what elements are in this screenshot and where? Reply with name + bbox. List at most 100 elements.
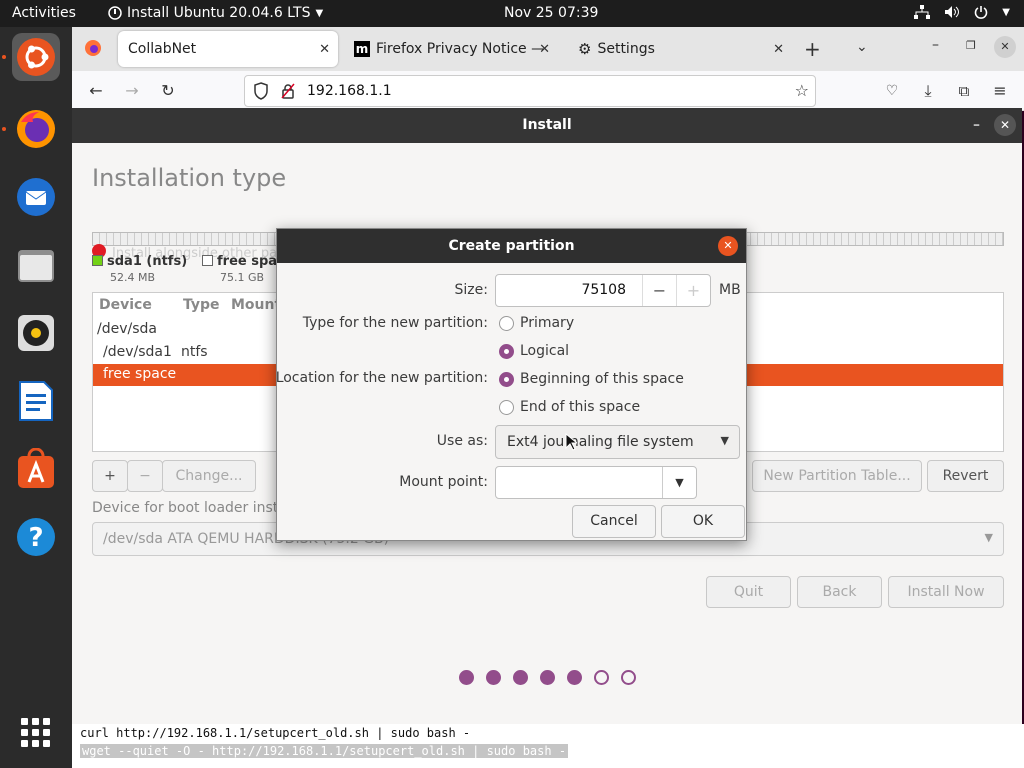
progress-dot	[459, 670, 474, 685]
software-icon[interactable]	[12, 445, 60, 493]
pocket-icon[interactable]: ♡	[880, 79, 904, 103]
use-as-label: Use as:	[436, 433, 488, 449]
back-button[interactable]: Back	[797, 576, 882, 608]
progress-dot	[513, 670, 528, 685]
progress-dot	[567, 670, 582, 685]
download-icon[interactable]: ⤓	[916, 79, 940, 103]
chevron-down-icon[interactable]: ▼	[662, 467, 696, 498]
column-header-device[interactable]: Device	[99, 297, 152, 313]
tab-collabnet[interactable]: CollabNet ✕	[118, 31, 338, 67]
bookmark-star-icon[interactable]: ☆	[795, 81, 809, 100]
writer-icon[interactable]	[12, 377, 60, 425]
minimize-icon[interactable]: –	[973, 108, 980, 143]
column-header-mount[interactable]: Mount	[231, 297, 281, 313]
gear-icon: ⚙	[578, 40, 592, 58]
tab-list-button[interactable]: ⌄	[856, 39, 868, 55]
installer-app-icon	[108, 6, 122, 20]
app-grid-icon[interactable]	[12, 709, 60, 757]
radio-indicator[interactable]	[499, 343, 514, 359]
progress-dot	[621, 670, 636, 685]
power-icon	[975, 6, 988, 19]
create-partition-dialog: Create partition ✕ Size: 75108 − + MB Ty…	[276, 228, 747, 541]
progress-dot	[594, 670, 609, 685]
ok-button[interactable]: OK	[661, 505, 745, 538]
mount-point-combo[interactable]: ▼	[495, 466, 697, 499]
progress-dot	[486, 670, 501, 685]
new-tab-button[interactable]: +	[804, 37, 821, 61]
tab-settings[interactable]: ⚙ Settings ✕	[572, 31, 792, 67]
tab-privacy-notice[interactable]: m Firefox Privacy Notice — ✕	[348, 31, 558, 67]
chevron-down-icon: ▼	[1002, 6, 1010, 18]
size-label: Size:	[454, 282, 488, 298]
radio-indicator[interactable]	[499, 399, 514, 415]
system-tray[interactable]: ▼	[914, 5, 1010, 19]
rhythmbox-icon[interactable]	[12, 309, 60, 357]
use-as-select[interactable]: Ext4 journaling file system ▼	[495, 425, 740, 459]
browser-nav-bar: ← → ↻ 192.168.1.1 ☆ ♡ ⤓ ⧉ ≡	[72, 71, 1024, 111]
revert-button[interactable]: Revert	[927, 460, 1004, 492]
new-partition-table-button[interactable]: New Partition Table...	[752, 460, 922, 492]
size-input[interactable]: 75108	[581, 282, 626, 298]
extensions-icon[interactable]: ⧉	[952, 79, 976, 103]
tab-label: CollabNet	[128, 41, 197, 57]
legend-name: sda1 (ntfs)	[107, 254, 188, 269]
legend-swatch	[202, 255, 213, 266]
radio-beginning[interactable]: Beginning of this space	[499, 371, 684, 387]
chevron-down-icon: ▼	[720, 434, 729, 447]
quit-button[interactable]: Quit	[706, 576, 791, 608]
location-label: Location for the new partition:	[275, 370, 488, 386]
back-button[interactable]: ←	[84, 79, 108, 103]
terminal-output: curl http://192.168.1.1/setupcert_old.sh…	[72, 724, 1024, 768]
reload-button[interactable]: ↻	[156, 79, 180, 103]
url-text[interactable]: 192.168.1.1	[307, 83, 392, 99]
close-icon[interactable]: ✕	[539, 42, 550, 57]
help-icon[interactable]: ?	[12, 513, 60, 561]
close-icon[interactable]: ✕	[319, 42, 330, 57]
radio-indicator[interactable]	[499, 371, 514, 387]
maximize-icon[interactable]: ❐	[966, 39, 976, 52]
radio-logical[interactable]: Logical	[499, 343, 569, 359]
size-spinbox[interactable]: 75108 − +	[495, 274, 711, 307]
remove-partition-button[interactable]: −	[127, 460, 163, 492]
radio-indicator[interactable]	[499, 315, 514, 331]
files-icon[interactable]	[12, 241, 60, 289]
activities-button[interactable]: Activities	[12, 5, 76, 21]
hamburger-menu-icon[interactable]: ≡	[988, 79, 1012, 103]
browser-tab-bar: CollabNet ✕ m Firefox Privacy Notice — ✕…	[72, 27, 1024, 71]
ubuntu-installer-icon[interactable]	[12, 33, 60, 81]
column-header-type[interactable]: Type	[183, 297, 220, 313]
chevron-down-icon: ▼	[984, 531, 993, 544]
close-icon[interactable]: ✕	[773, 42, 784, 57]
cancel-button[interactable]: Cancel	[572, 505, 656, 538]
radio-primary[interactable]: Primary	[499, 315, 574, 331]
forward-button[interactable]: →	[120, 79, 144, 103]
legend-sda1: sda1 (ntfs) 52.4 MB	[92, 254, 188, 284]
change-partition-button[interactable]: Change...	[162, 460, 256, 492]
firefox-view-icon[interactable]	[84, 39, 102, 61]
install-now-button[interactable]: Install Now	[888, 576, 1004, 608]
decrement-button[interactable]: −	[642, 275, 676, 306]
cell-device: /dev/sda1	[103, 344, 172, 360]
clock[interactable]: Nov 25 07:39	[504, 5, 598, 21]
use-as-value: Ext4 journaling file system	[507, 434, 694, 450]
close-icon[interactable]: ✕	[718, 236, 738, 256]
dialog-title: Create partition	[448, 238, 575, 254]
increment-button[interactable]: +	[676, 275, 710, 306]
network-icon	[914, 5, 931, 19]
url-bar[interactable]: 192.168.1.1 ☆	[244, 75, 816, 107]
mozilla-icon: m	[354, 41, 370, 57]
chevron-down-icon: ▼	[315, 7, 324, 19]
close-window-button[interactable]: ✕	[994, 36, 1016, 58]
firefox-icon[interactable]	[12, 105, 60, 153]
dialog-title-bar: Create partition ✕	[277, 229, 746, 263]
add-partition-button[interactable]: +	[92, 460, 128, 492]
radio-end[interactable]: End of this space	[499, 399, 640, 415]
app-menu[interactable]: Install Ubuntu 20.04.6 LTS ▼	[108, 5, 323, 21]
boot-loader-label: Device for boot loader insta	[92, 500, 287, 516]
shield-icon[interactable]	[253, 82, 269, 104]
close-icon[interactable]: ✕	[994, 114, 1016, 136]
terminal-line: curl http://192.168.1.1/setupcert_old.sh…	[80, 726, 471, 740]
lock-icon[interactable]	[281, 83, 295, 103]
thunderbird-icon[interactable]	[12, 173, 60, 221]
minimize-icon[interactable]: –	[932, 37, 939, 53]
